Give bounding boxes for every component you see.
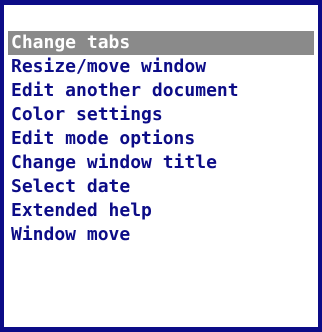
context-menu: Change tabs Resize/move window Edit anot… — [0, 0, 322, 332]
menu-item-extended-help[interactable]: Extended help — [8, 199, 314, 223]
menu-item-resize-move-window[interactable]: Resize/move window — [8, 55, 314, 79]
menu-item-change-window-title[interactable]: Change window title — [8, 151, 314, 175]
menu-item-edit-another-document[interactable]: Edit another document — [8, 79, 314, 103]
menu-item-edit-mode-options[interactable]: Edit mode options — [8, 127, 314, 151]
menu-item-window-move[interactable]: Window move — [8, 223, 314, 247]
menu-item-change-tabs[interactable]: Change tabs — [8, 31, 314, 55]
menu-list: Change tabs Resize/move window Edit anot… — [8, 31, 314, 247]
menu-item-select-date[interactable]: Select date — [8, 175, 314, 199]
menu-item-color-settings[interactable]: Color settings — [8, 103, 314, 127]
